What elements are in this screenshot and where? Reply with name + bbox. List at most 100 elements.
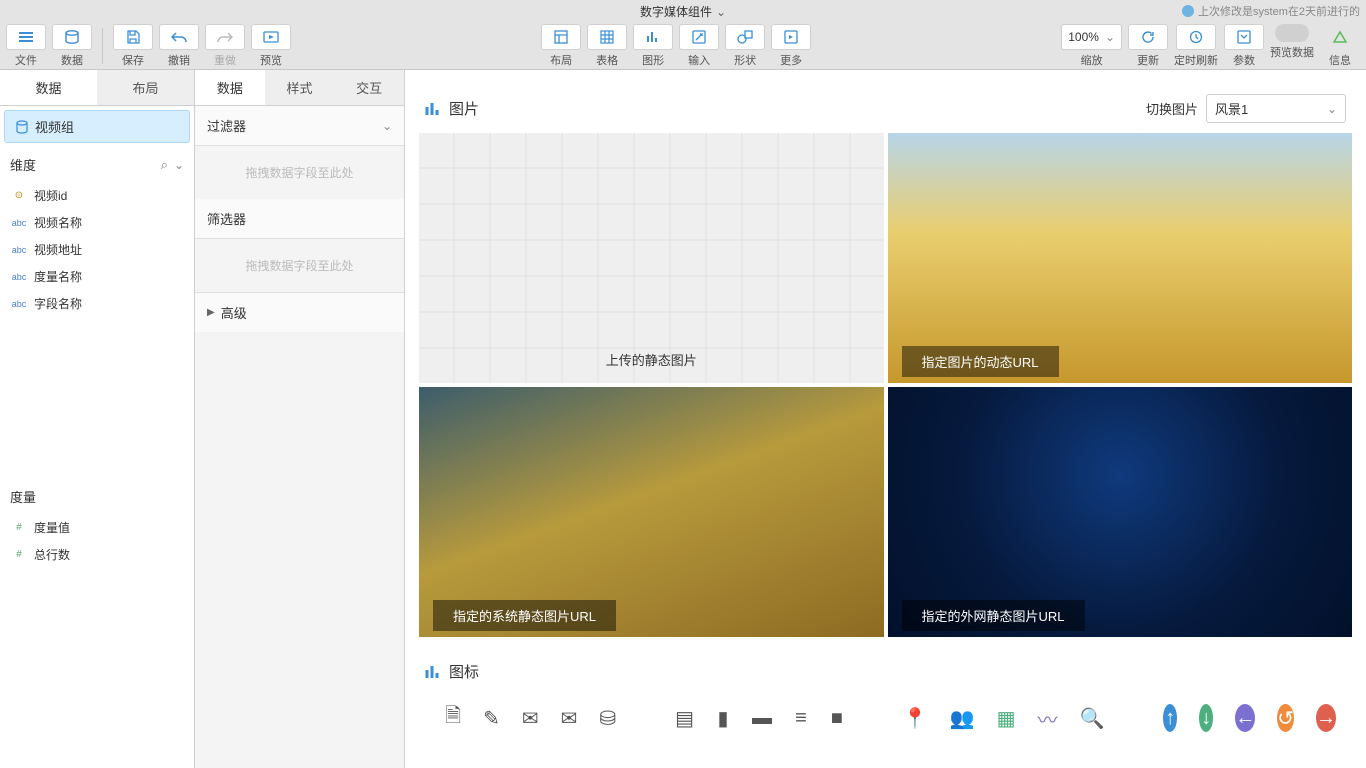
switch-image-label: 切换图片 (1146, 99, 1198, 118)
abc-icon: abc (10, 245, 28, 255)
data-label: 数据 (61, 52, 83, 68)
field-measure-name[interactable]: abc度量名称 (0, 263, 194, 290)
title-dropdown-icon[interactable]: ⌄ (716, 5, 726, 19)
card-title: 图标 (449, 661, 479, 682)
filter-dropzone[interactable]: 拖拽数据字段至此处 (195, 146, 404, 199)
image-grid: 上传的静态图片 指定图片的动态URL 指定的系统静态图片URL 指定的外网静态图… (419, 133, 1352, 637)
bar-chart-icon (425, 101, 441, 117)
mid-tab-data[interactable]: 数据 (195, 70, 265, 105)
magnify-icon[interactable]: 🔍 (1079, 704, 1104, 732)
tree-item-video-group[interactable]: 视频组 (4, 110, 190, 143)
field-measure-value[interactable]: #度量值 (0, 514, 194, 541)
preview-label: 预览 (260, 52, 282, 68)
input-label: 输入 (688, 52, 710, 68)
people-icon[interactable]: 👥 (950, 704, 975, 732)
database-icon[interactable]: ⛁ (599, 704, 616, 732)
timed-refresh-label: 定时刷新 (1174, 52, 1218, 68)
key-icon: ⊙ (10, 190, 28, 201)
document-search-icon[interactable]: 🗎 (445, 704, 461, 732)
presentation-icon[interactable]: ▦ (997, 704, 1016, 732)
image-cell-external-static-url[interactable]: 指定的外网静态图片URL (888, 387, 1353, 637)
chart-button[interactable] (633, 24, 673, 50)
image-cell-static-upload[interactable]: 上传的静态图片 (419, 133, 884, 383)
field-row-count[interactable]: #总行数 (0, 541, 194, 568)
shape-button[interactable] (725, 24, 765, 50)
timed-refresh-button[interactable] (1176, 24, 1216, 50)
info-button[interactable] (1320, 24, 1360, 50)
image-cell-system-static-url[interactable]: 指定的系统静态图片URL (419, 387, 884, 637)
input-button[interactable] (679, 24, 719, 50)
zoom-label: 缩放 (1081, 52, 1103, 68)
redo-label: 重做 (214, 52, 236, 68)
layout-label: 布局 (550, 52, 572, 68)
envelope-icon[interactable]: ✉ (561, 704, 578, 732)
folder-icon[interactable]: ▬ (752, 704, 772, 732)
measures-header: 度量 (0, 479, 194, 514)
file-label: 文件 (15, 52, 37, 68)
image-cell-dynamic-url[interactable]: 指定图片的动态URL (888, 133, 1353, 383)
mid-panel: 数据 样式 交互 过滤器⌄ 拖拽数据字段至此处 筛选器 拖拽数据字段至此处 ▶ … (195, 70, 405, 768)
field-video-url[interactable]: abc视频地址 (0, 236, 194, 263)
file-button[interactable] (6, 24, 46, 50)
zoom-select[interactable]: 100%⌄ (1061, 24, 1122, 50)
user-avatar-dot (1182, 5, 1194, 17)
selector-header[interactable]: 筛选器 (195, 199, 404, 239)
image-cell-label: 指定的系统静态图片URL (433, 600, 616, 631)
image-select[interactable]: 风景1⌄ (1206, 94, 1346, 123)
bar-chart-icon (425, 664, 441, 680)
arrow-up-circle-icon[interactable]: ↑ (1163, 704, 1177, 732)
mail-heart-icon[interactable]: ✉ (522, 704, 539, 732)
params-label: 参数 (1233, 52, 1255, 68)
bookmark-icon[interactable]: ▮ (716, 704, 730, 732)
video-icon[interactable]: ■ (830, 704, 844, 732)
field-video-id[interactable]: ⊙视频id (0, 182, 194, 209)
wave-icon[interactable]: 〰 (1037, 704, 1057, 732)
mid-tab-style[interactable]: 样式 (265, 70, 335, 105)
more-button[interactable] (771, 24, 811, 50)
preview-data-label: 预览数据 (1270, 44, 1314, 60)
refresh-button[interactable] (1128, 24, 1168, 50)
hash-icon: # (10, 549, 28, 560)
undo-label: 撤销 (168, 52, 190, 68)
data-button[interactable] (52, 24, 92, 50)
undo-button[interactable] (159, 24, 199, 50)
advanced-row[interactable]: ▶ 高级 (195, 292, 404, 332)
arrow-down-circle-icon[interactable]: ↓ (1199, 704, 1213, 732)
left-tabs: 数据 布局 (0, 70, 194, 106)
preview-data-toggle[interactable] (1275, 24, 1309, 42)
filter-header[interactable]: 过滤器⌄ (195, 106, 404, 146)
redo-button[interactable] (205, 24, 245, 50)
abc-icon: abc (10, 272, 28, 282)
list-icon[interactable]: ▤ (675, 704, 694, 732)
arrow-left-circle-icon[interactable]: ← (1235, 704, 1255, 732)
info-label: 信息 (1329, 52, 1351, 68)
save-button[interactable] (113, 24, 153, 50)
edit-icon[interactable]: ✎ (483, 704, 500, 732)
selector-dropzone[interactable]: 拖拽数据字段至此处 (195, 239, 404, 292)
table-button[interactable] (587, 24, 627, 50)
params-button[interactable] (1224, 24, 1264, 50)
arrow-forward-circle-icon[interactable]: → (1316, 704, 1336, 732)
search-icon[interactable]: ⌕ (161, 157, 168, 172)
field-field-name[interactable]: abc字段名称 (0, 290, 194, 317)
tab-layout[interactable]: 布局 (97, 70, 194, 105)
tab-data[interactable]: 数据 (0, 70, 97, 105)
measures-list: #度量值 #总行数 (0, 514, 194, 768)
toolbar: 文件 数据 保存 撤销 重做 预览 布局 表格 图形 输入 形状 更多 100%… (0, 22, 1366, 70)
layout-button[interactable] (541, 24, 581, 50)
location-pin-icon[interactable]: 📍 (903, 704, 928, 732)
tree-item-label: 视频组 (35, 117, 74, 136)
arrow-right-circle-icon[interactable]: ↺ (1277, 704, 1294, 732)
triangle-right-icon: ▶ (207, 307, 215, 318)
image-cell-label: 指定的外网静态图片URL (902, 600, 1085, 631)
database-icon (15, 120, 29, 134)
image-cell-label: 上传的静态图片 (586, 344, 717, 375)
chevron-down-icon[interactable]: ⌄ (174, 158, 184, 172)
chart-label: 图形 (642, 52, 664, 68)
field-video-name[interactable]: abc视频名称 (0, 209, 194, 236)
align-icon[interactable]: ≡ (794, 704, 808, 732)
preview-button[interactable] (251, 24, 291, 50)
chevron-down-icon: ⌄ (382, 119, 392, 133)
image-cell-label: 指定图片的动态URL (902, 346, 1059, 377)
mid-tab-interact[interactable]: 交互 (334, 70, 404, 105)
